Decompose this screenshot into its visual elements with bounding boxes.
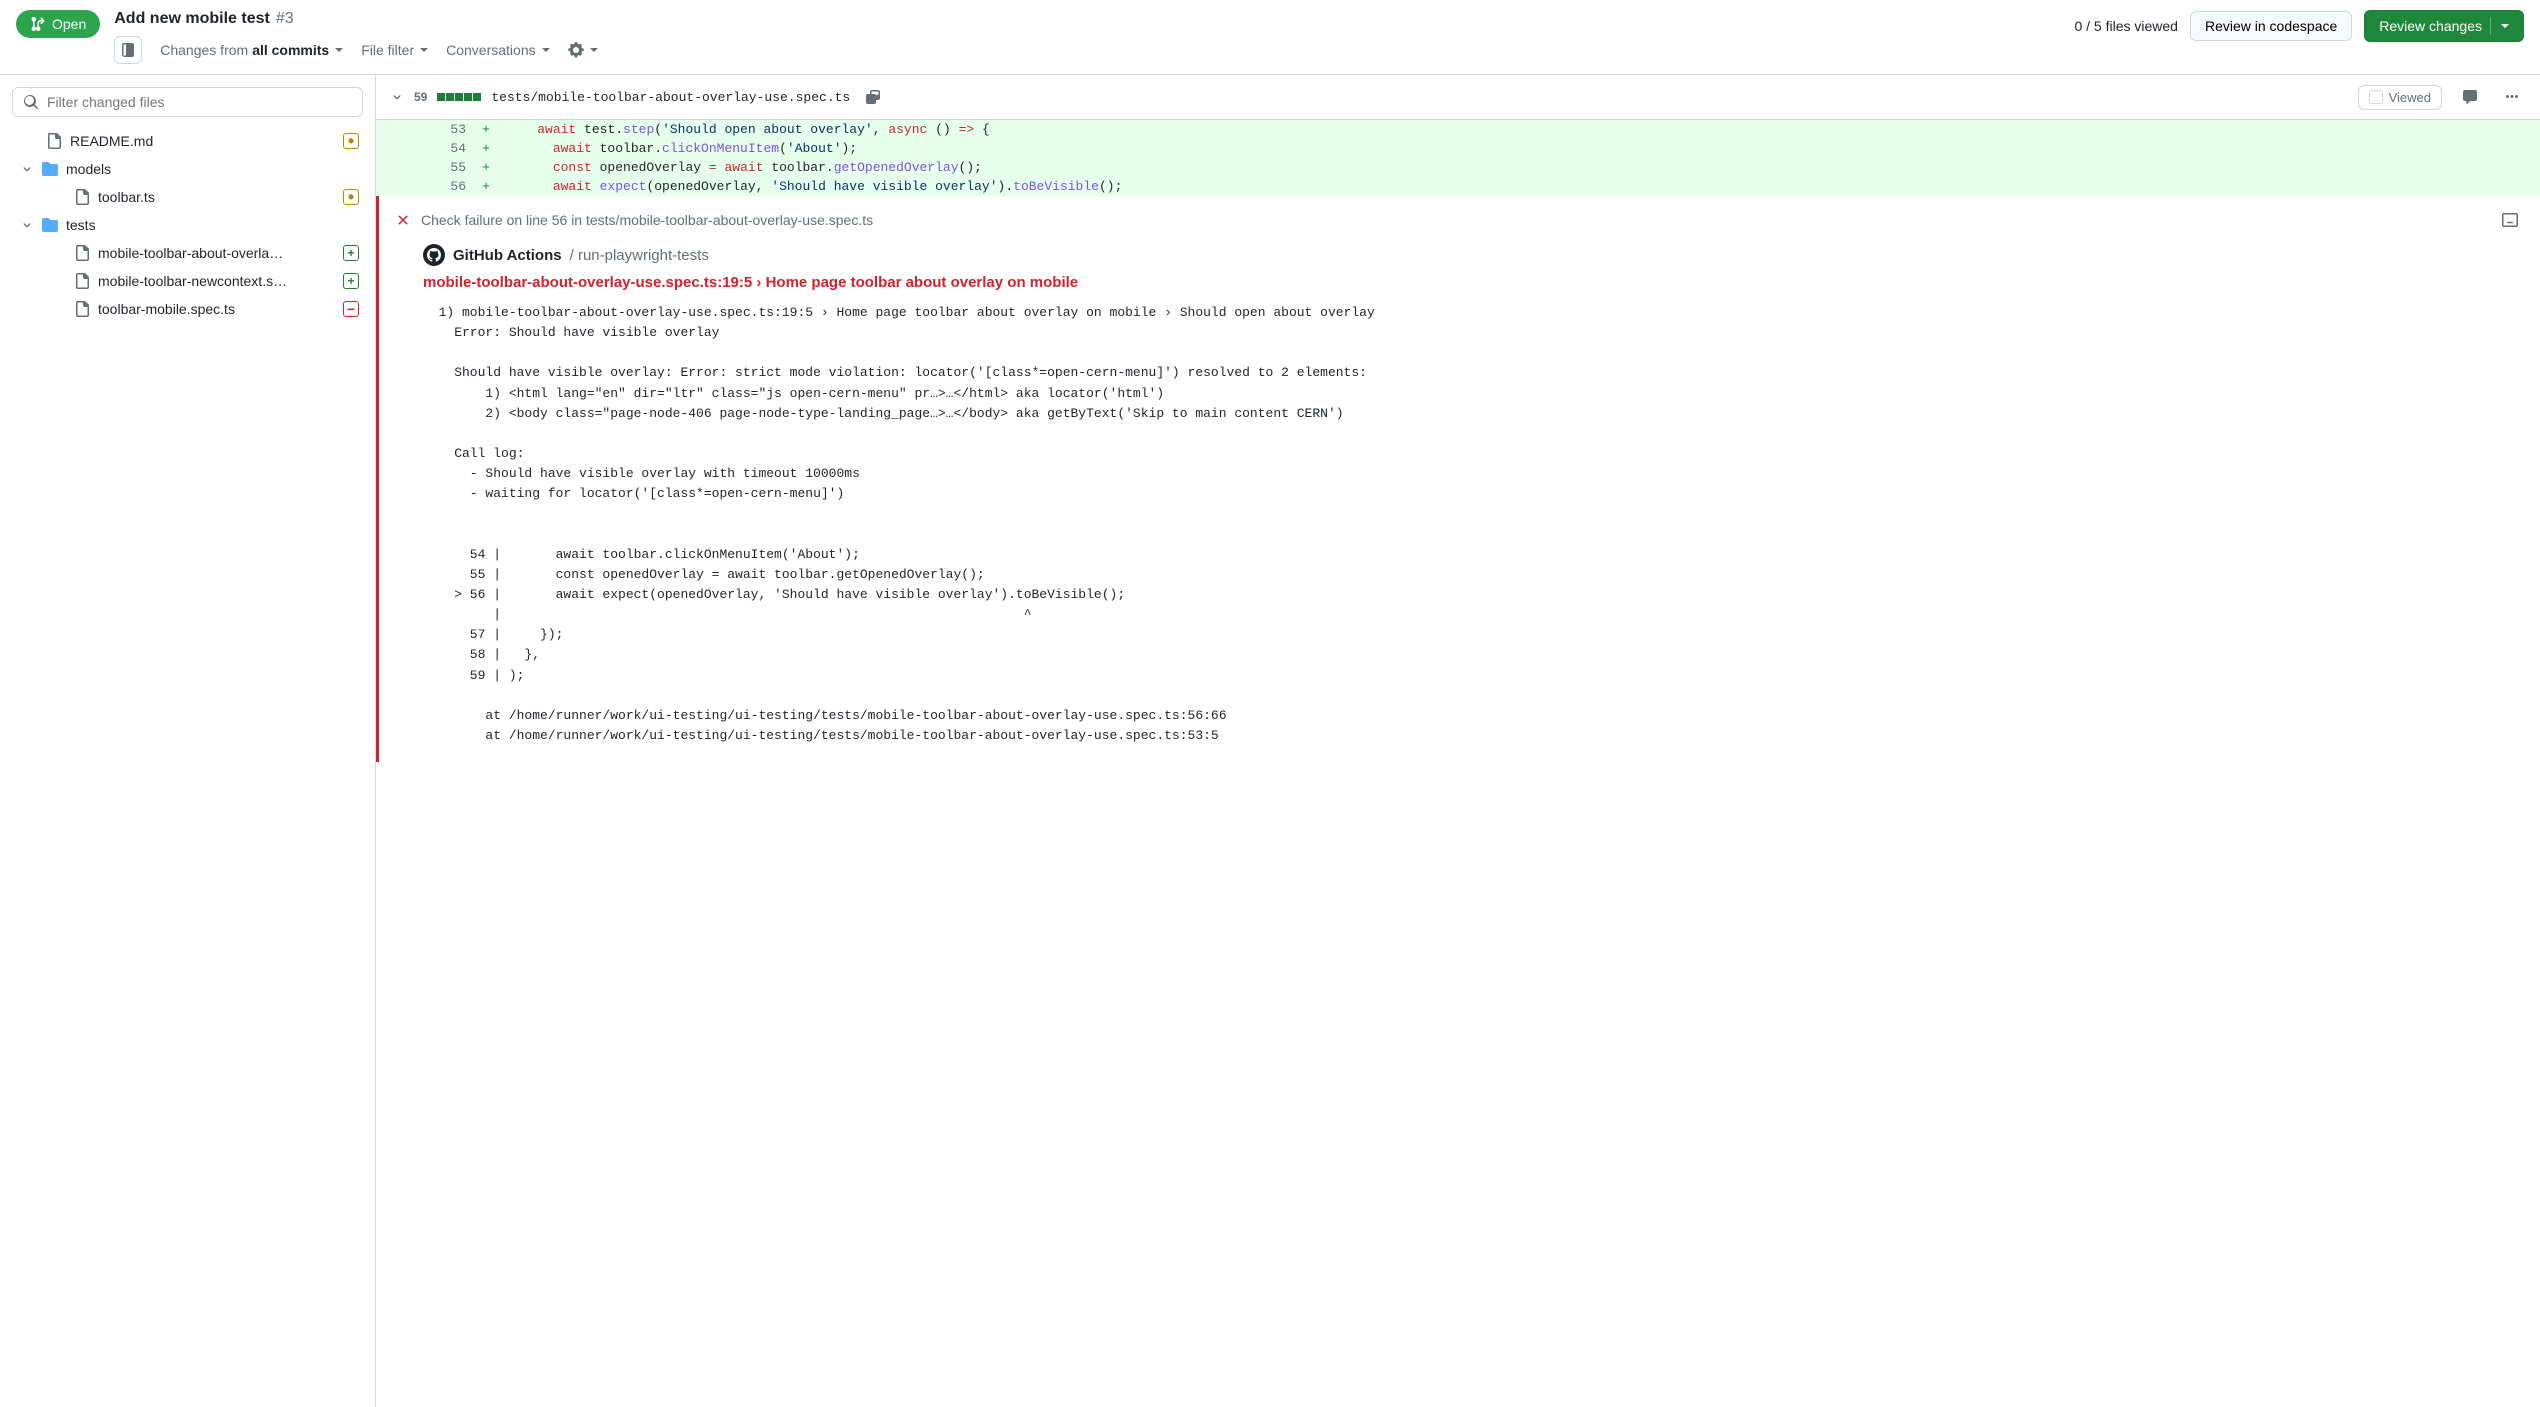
diff-line[interactable]: 55+ const openedOverlay = await toolbar.… bbox=[376, 158, 2540, 177]
gear-icon bbox=[568, 42, 584, 58]
files-viewed-counter: 0 / 5 files viewed bbox=[2074, 18, 2178, 34]
status-removed-icon bbox=[343, 301, 359, 317]
code-content: await expect(openedOverlay, 'Should have… bbox=[496, 177, 2540, 196]
file-menu-button[interactable] bbox=[2498, 83, 2526, 111]
review-changes-button[interactable]: Review changes bbox=[2364, 10, 2524, 42]
tree-item-label: toolbar-mobile.spec.ts bbox=[98, 301, 335, 317]
code-content: const openedOverlay = await toolbar.getO… bbox=[496, 158, 2540, 177]
tree-item-label: mobile-toolbar-about-overla… bbox=[98, 245, 335, 261]
diff-code-table: 53+ await test.step('Should open about o… bbox=[376, 120, 2540, 196]
caret-down-icon bbox=[335, 48, 343, 52]
tree-file[interactable]: mobile-toolbar-newcontext.s… bbox=[12, 267, 363, 295]
viewed-toggle[interactable]: Viewed bbox=[2358, 85, 2442, 110]
status-added-icon bbox=[343, 273, 359, 289]
status-added-icon bbox=[343, 245, 359, 261]
diff-line[interactable]: 56+ await expect(openedOverlay, 'Should … bbox=[376, 177, 2540, 196]
filter-files-input-wrapper[interactable] bbox=[12, 87, 363, 117]
kebab-icon bbox=[2504, 89, 2520, 105]
tree-folder[interactable]: tests bbox=[12, 211, 363, 239]
tree-file[interactable]: mobile-toolbar-about-overla… bbox=[12, 239, 363, 267]
annotation-collapse-button[interactable] bbox=[2496, 206, 2524, 234]
caret-down-icon bbox=[2501, 24, 2509, 28]
addition-marker: + bbox=[476, 120, 496, 139]
page-header: Open Add new mobile test #3 Changes from… bbox=[0, 0, 2540, 75]
status-modified-icon bbox=[343, 133, 359, 149]
tree-folder[interactable]: models bbox=[12, 155, 363, 183]
file-tree-sidebar: README.md models toolbar.ts tests mobile-too… bbox=[0, 75, 376, 1407]
pr-title: Add new mobile test #3 bbox=[114, 10, 597, 28]
addition-marker: + bbox=[476, 158, 496, 177]
tree-item-label: README.md bbox=[70, 133, 335, 149]
pr-state-text: Open bbox=[52, 16, 86, 32]
file-path[interactable]: tests/mobile-toolbar-about-overlay-use.s… bbox=[491, 90, 850, 105]
line-number: 56 bbox=[426, 177, 476, 196]
filter-files-input[interactable] bbox=[47, 94, 352, 110]
addition-marker: + bbox=[476, 139, 496, 158]
line-number: 55 bbox=[426, 158, 476, 177]
diff-additions-count: 59 bbox=[414, 90, 427, 104]
diff-line[interactable]: 54+ await toolbar.clickOnMenuItem('About… bbox=[376, 139, 2540, 158]
github-actions-avatar bbox=[423, 244, 445, 266]
failure-log: 1) mobile-toolbar-about-overlay-use.spec… bbox=[423, 303, 2524, 746]
conversations-dropdown[interactable]: Conversations bbox=[446, 42, 550, 58]
tree-item-label: mobile-toolbar-newcontext.s… bbox=[98, 273, 335, 289]
sidebar-toggle-button[interactable] bbox=[114, 36, 142, 64]
tree-item-label: toolbar.ts bbox=[98, 189, 335, 205]
diff-line[interactable]: 53+ await test.step('Should open about o… bbox=[376, 120, 2540, 139]
diff-content: 59 tests/mobile-toolbar-about-overlay-us… bbox=[376, 75, 2540, 1407]
file-filter-dropdown[interactable]: File filter bbox=[361, 42, 428, 58]
code-content: await toolbar.clickOnMenuItem('About'); bbox=[496, 139, 2540, 158]
check-app-name[interactable]: GitHub Actions bbox=[453, 247, 562, 264]
tree-item-label: tests bbox=[66, 217, 359, 233]
comment-button[interactable] bbox=[2456, 83, 2484, 111]
search-icon bbox=[23, 94, 39, 110]
git-pull-request-icon bbox=[30, 16, 46, 32]
annotation-summary: Check failure on line 56 in tests/mobile… bbox=[421, 212, 873, 228]
chevron-down-icon[interactable] bbox=[390, 90, 404, 104]
tree-file[interactable]: toolbar-mobile.spec.ts bbox=[12, 295, 363, 323]
pr-state-badge: Open bbox=[16, 10, 100, 38]
x-circle-icon bbox=[395, 212, 411, 228]
caret-down-icon bbox=[420, 48, 428, 52]
check-context: / run-playwright-tests bbox=[570, 247, 709, 264]
tree-file[interactable]: README.md bbox=[12, 127, 363, 155]
diff-stat-blocks bbox=[437, 93, 481, 101]
diff-settings-dropdown[interactable] bbox=[568, 42, 598, 58]
addition-marker: + bbox=[476, 177, 496, 196]
pr-number: #3 bbox=[276, 10, 294, 28]
caret-down-icon bbox=[590, 48, 598, 52]
line-number: 53 bbox=[426, 120, 476, 139]
copy-path-button[interactable] bbox=[860, 83, 888, 111]
checkbox-icon bbox=[2369, 90, 2383, 104]
tree-file[interactable]: toolbar.ts bbox=[12, 183, 363, 211]
caret-down-icon bbox=[542, 48, 550, 52]
file-header: 59 tests/mobile-toolbar-about-overlay-us… bbox=[376, 75, 2540, 120]
review-in-codespace-button[interactable]: Review in codespace bbox=[2190, 11, 2352, 41]
check-annotation: Check failure on line 56 in tests/mobile… bbox=[376, 196, 2540, 762]
changes-from-dropdown[interactable]: Changes from all commits bbox=[160, 42, 343, 58]
tree-item-label: models bbox=[66, 161, 359, 177]
line-number: 54 bbox=[426, 139, 476, 158]
status-modified-icon bbox=[343, 189, 359, 205]
failure-title: mobile-toolbar-about-overlay-use.spec.ts… bbox=[423, 274, 2524, 291]
code-content: await test.step('Should open about overl… bbox=[496, 120, 2540, 139]
